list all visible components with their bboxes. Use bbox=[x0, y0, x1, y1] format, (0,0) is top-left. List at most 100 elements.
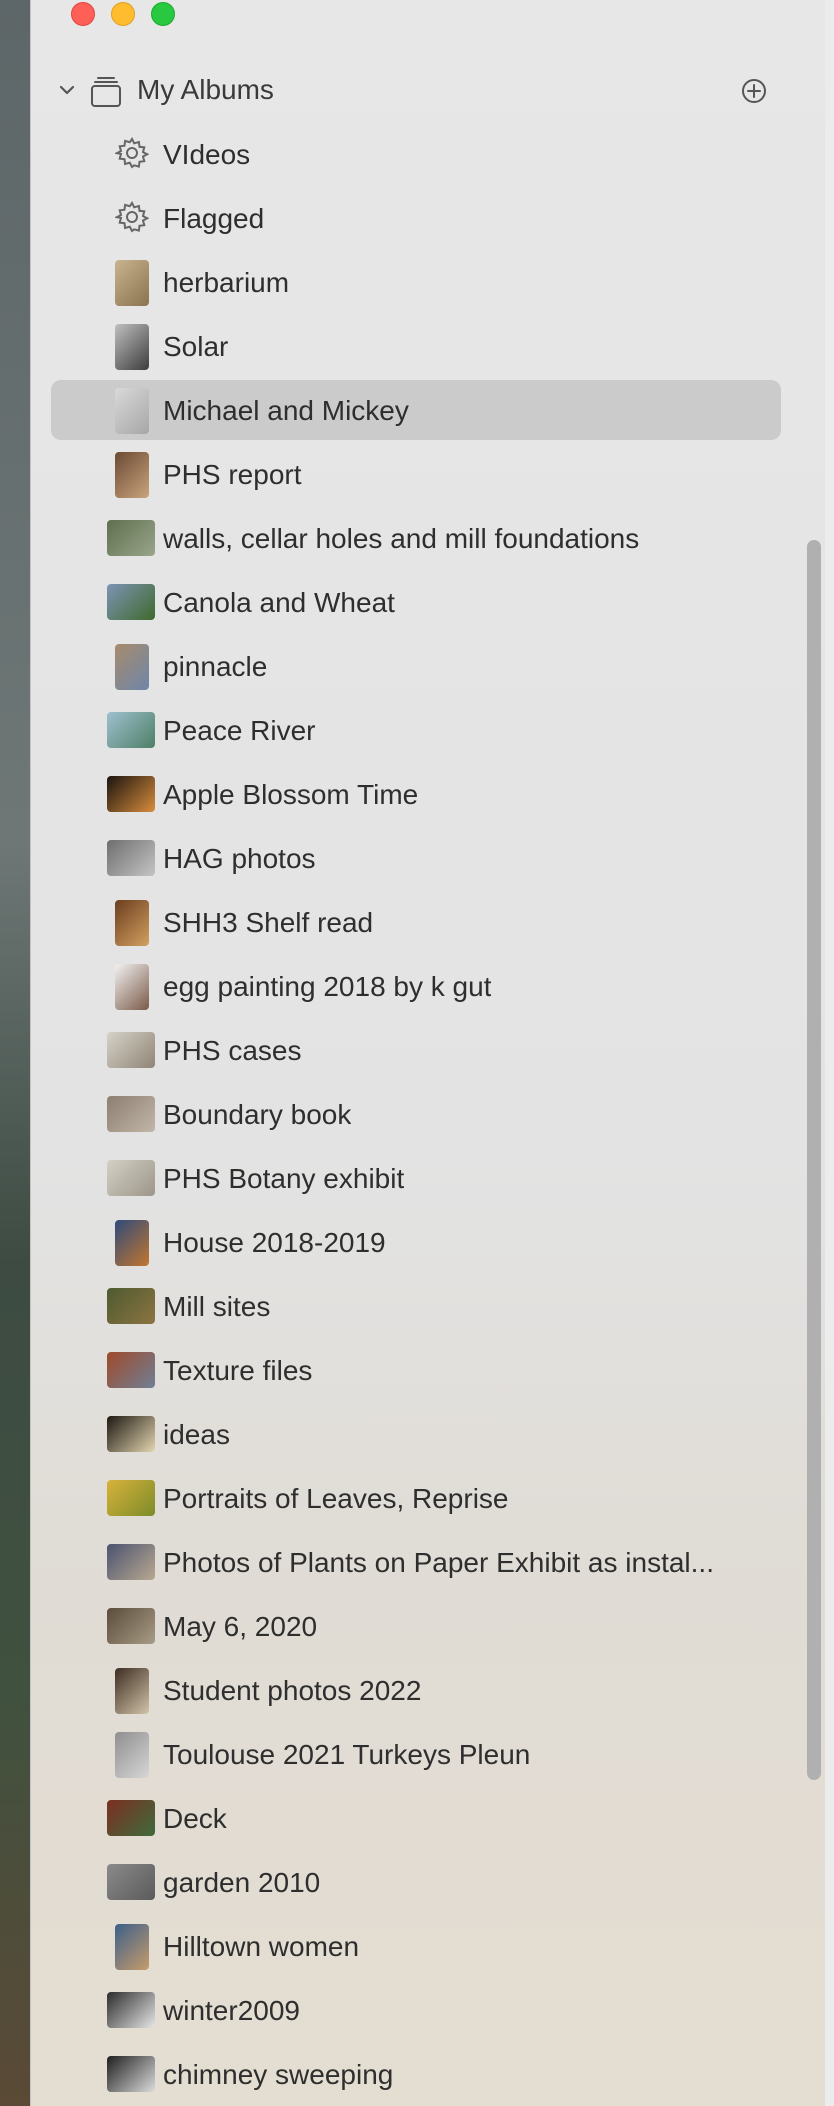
album-row[interactable]: Boundary book bbox=[51, 1084, 781, 1144]
album-thumbnail bbox=[107, 1288, 155, 1324]
album-thumbnail bbox=[115, 1924, 149, 1970]
album-thumbnail bbox=[115, 900, 149, 946]
album-thumbnail bbox=[107, 1352, 155, 1388]
album-row[interactable]: Photos of Plants on Paper Exhibit as ins… bbox=[51, 1532, 781, 1592]
album-label: herbarium bbox=[163, 267, 290, 298]
album-thumbnail bbox=[107, 1800, 155, 1836]
album-label: May 6, 2020 bbox=[163, 1611, 318, 1642]
album-label: Toulouse 2021 Turkeys Pleun bbox=[163, 1739, 531, 1770]
album-thumbnail bbox=[107, 1416, 155, 1452]
album-thumbnail bbox=[107, 1608, 155, 1644]
album-row[interactable]: walls, cellar holes and mill foundations bbox=[51, 508, 781, 568]
album-thumbnail bbox=[115, 388, 149, 434]
album-thumbnail bbox=[115, 324, 149, 370]
album-row[interactable]: chimney sweeping bbox=[51, 2044, 781, 2104]
album-label: Photos of Plants on Paper Exhibit as ins… bbox=[163, 1547, 714, 1578]
album-row[interactable]: egg painting 2018 by k gut bbox=[51, 956, 781, 1016]
album-row[interactable]: winter2009 bbox=[51, 1980, 781, 2040]
album-thumbnail bbox=[107, 584, 155, 620]
album-thumbnail bbox=[115, 1668, 149, 1714]
vertical-scrollbar[interactable] bbox=[807, 540, 821, 1780]
album-row[interactable]: Texture files bbox=[51, 1340, 781, 1400]
album-row[interactable]: Solar bbox=[51, 316, 781, 376]
my-albums-header[interactable]: My Albums bbox=[31, 62, 825, 122]
album-label: PHS report bbox=[163, 459, 302, 490]
album-label: PHS Botany exhibit bbox=[163, 1163, 405, 1194]
album-row[interactable]: May 6, 2020 bbox=[51, 1596, 781, 1656]
albums-sidebar: My Albums VIdeos Flagged herbarium Solar Mic… bbox=[30, 0, 825, 2106]
gear-icon bbox=[113, 136, 150, 170]
album-thumbnail bbox=[107, 2056, 155, 2092]
album-thumbnail bbox=[107, 1544, 155, 1580]
album-label: winter2009 bbox=[163, 1995, 300, 2026]
album-label: garden 2010 bbox=[163, 1867, 321, 1898]
gear-icon bbox=[113, 200, 150, 234]
album-label: HAG photos bbox=[163, 843, 316, 874]
album-thumbnail bbox=[107, 520, 155, 556]
album-label: VIdeos bbox=[163, 139, 251, 170]
album-row[interactable]: PHS cases bbox=[51, 1020, 781, 1080]
album-row[interactable]: Hilltown women bbox=[51, 1916, 781, 1976]
album-label: Apple Blossom Time bbox=[163, 779, 419, 810]
album-label: walls, cellar holes and mill foundations bbox=[163, 523, 640, 554]
album-row[interactable]: HAG photos bbox=[51, 828, 781, 888]
plus-circle-icon[interactable] bbox=[739, 76, 769, 106]
album-label: ideas bbox=[163, 1419, 230, 1450]
album-label: egg painting 2018 by k gut bbox=[163, 971, 492, 1002]
album-thumbnail bbox=[107, 1032, 155, 1068]
close-button[interactable] bbox=[71, 2, 95, 26]
album-row[interactable]: House 2018-2019 bbox=[51, 1212, 781, 1272]
album-thumbnail bbox=[115, 260, 149, 306]
chevron-down-icon[interactable] bbox=[57, 80, 77, 100]
album-label: PHS cases bbox=[163, 1035, 302, 1066]
album-row[interactable]: Peace River bbox=[51, 700, 781, 760]
album-label: Texture files bbox=[163, 1355, 313, 1386]
album-row[interactable]: Apple Blossom Time bbox=[51, 764, 781, 824]
album-thumbnail bbox=[107, 712, 155, 748]
album-label: Portraits of Leaves, Reprise bbox=[163, 1483, 509, 1514]
album-thumbnail bbox=[107, 1480, 155, 1516]
my-albums-label: My Albums bbox=[137, 74, 274, 105]
album-stack-icon bbox=[91, 77, 121, 107]
album-row[interactable]: Flagged bbox=[51, 188, 781, 248]
album-row[interactable]: SHH3 Shelf read bbox=[51, 892, 781, 952]
album-row[interactable]: PHS Botany exhibit bbox=[51, 1148, 781, 1208]
album-label: Flagged bbox=[163, 203, 265, 234]
album-label: Boundary book bbox=[163, 1099, 352, 1130]
album-label: Hilltown women bbox=[163, 1931, 360, 1962]
album-label: SHH3 Shelf read bbox=[163, 907, 374, 938]
album-row[interactable]: Toulouse 2021 Turkeys Pleun bbox=[51, 1724, 781, 1784]
album-label: Peace River bbox=[163, 715, 316, 746]
album-label: Michael and Mickey bbox=[163, 395, 409, 426]
album-thumbnail bbox=[107, 1096, 155, 1132]
album-label: Solar bbox=[163, 331, 229, 362]
album-thumbnail bbox=[107, 1992, 155, 2028]
album-label: pinnacle bbox=[163, 651, 268, 682]
album-thumbnail bbox=[107, 776, 155, 812]
album-row[interactable]: Mill sites bbox=[51, 1276, 781, 1336]
album-row[interactable]: ideas bbox=[51, 1404, 781, 1464]
album-row[interactable]: garden 2010 bbox=[51, 1852, 781, 1912]
album-row[interactable]: VIdeos bbox=[51, 124, 781, 184]
album-thumbnail bbox=[115, 1732, 149, 1778]
zoom-button[interactable] bbox=[151, 2, 175, 26]
album-label: chimney sweeping bbox=[163, 2059, 394, 2090]
album-row[interactable]: Portraits of Leaves, Reprise bbox=[51, 1468, 781, 1528]
minimize-button[interactable] bbox=[111, 2, 135, 26]
album-label: Mill sites bbox=[163, 1291, 271, 1322]
album-row[interactable]: Student photos 2022 bbox=[51, 1660, 781, 1720]
album-row[interactable]: PHS report bbox=[51, 444, 781, 504]
album-row[interactable]: herbarium bbox=[51, 252, 781, 312]
album-thumbnail bbox=[107, 1160, 155, 1196]
album-row[interactable]: Deck bbox=[51, 1788, 781, 1848]
album-thumbnail bbox=[107, 840, 155, 876]
album-label: Deck bbox=[163, 1803, 227, 1834]
album-row[interactable]: pinnacle bbox=[51, 636, 781, 696]
album-thumbnail bbox=[115, 1220, 149, 1266]
scrollbar-thumb[interactable] bbox=[807, 540, 821, 1780]
album-row[interactable]: Michael and Mickey bbox=[51, 380, 781, 440]
window-edge bbox=[824, 0, 834, 2106]
album-label: Student photos 2022 bbox=[163, 1675, 422, 1706]
album-row[interactable]: Canola and Wheat bbox=[51, 572, 781, 632]
album-label: House 2018-2019 bbox=[163, 1227, 386, 1258]
